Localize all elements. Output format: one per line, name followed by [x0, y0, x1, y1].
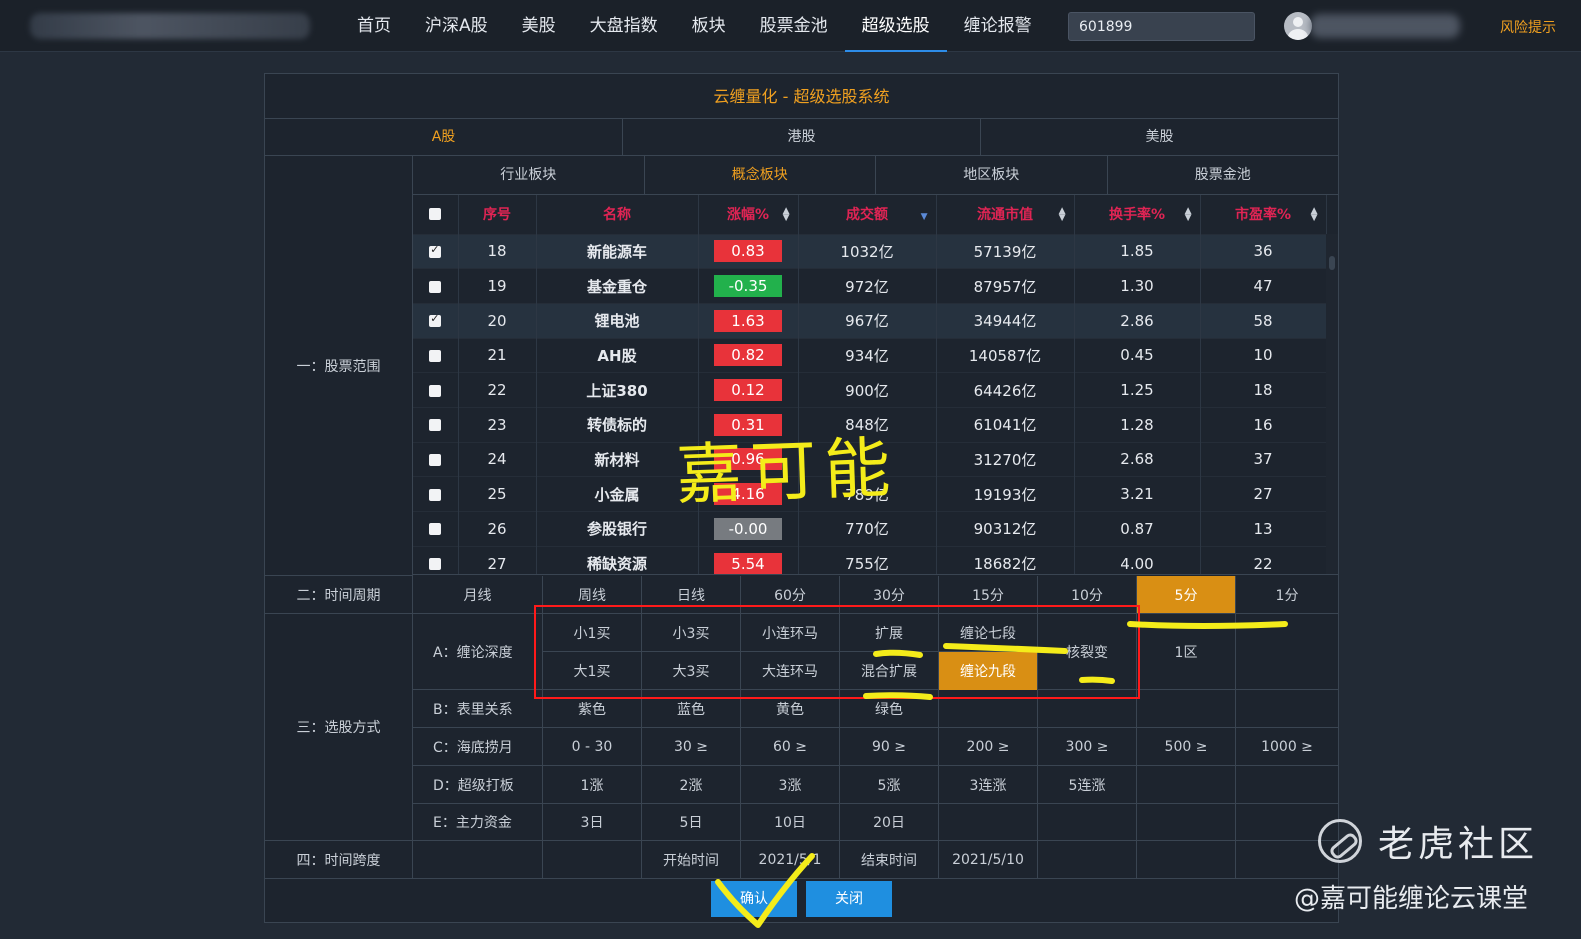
tiger-logo-icon: [1318, 819, 1362, 863]
site-name: 老虎社区: [1378, 824, 1539, 865]
site-watermark: 老虎社区: [1318, 815, 1538, 867]
author-handle: @嘉可能缠论云课堂: [1294, 884, 1529, 914]
watermark-text: 嘉可能: [674, 429, 900, 514]
